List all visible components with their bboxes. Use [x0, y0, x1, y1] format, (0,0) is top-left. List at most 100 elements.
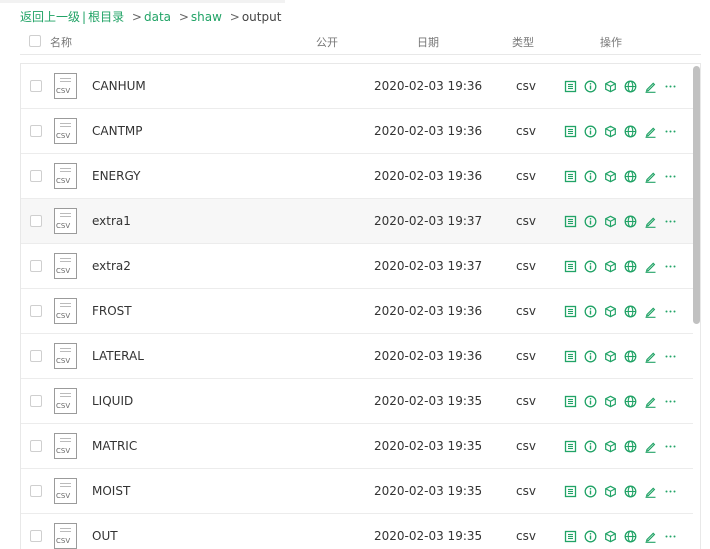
more-icon[interactable]: [664, 305, 678, 319]
file-name[interactable]: CANHUM: [92, 79, 146, 93]
info-icon[interactable]: [584, 530, 598, 544]
table-row[interactable]: CSV MATRIC 2020-02-03 19:35 csv: [21, 424, 693, 469]
view-icon[interactable]: [564, 485, 578, 499]
file-name[interactable]: CANTMP: [92, 124, 142, 138]
globe-icon[interactable]: [624, 485, 638, 499]
edit-icon[interactable]: [644, 80, 658, 94]
globe-icon[interactable]: [624, 305, 638, 319]
row-checkbox[interactable]: [30, 170, 42, 182]
view-icon[interactable]: [564, 395, 578, 409]
row-checkbox[interactable]: [30, 260, 42, 272]
info-icon[interactable]: [584, 440, 598, 454]
breadcrumb-item-data[interactable]: data: [144, 10, 171, 24]
cube-icon[interactable]: [604, 395, 618, 409]
view-icon[interactable]: [564, 125, 578, 139]
globe-icon[interactable]: [624, 530, 638, 544]
back-link[interactable]: 返回上一级: [20, 10, 80, 24]
more-icon[interactable]: [664, 80, 678, 94]
info-icon[interactable]: [584, 215, 598, 229]
file-name[interactable]: OUT: [92, 529, 118, 543]
more-icon[interactable]: [664, 485, 678, 499]
row-checkbox[interactable]: [30, 80, 42, 92]
edit-icon[interactable]: [644, 305, 658, 319]
header-date[interactable]: 日期: [417, 34, 439, 50]
edit-icon[interactable]: [644, 485, 658, 499]
more-icon[interactable]: [664, 215, 678, 229]
cube-icon[interactable]: [604, 80, 618, 94]
file-name[interactable]: MATRIC: [92, 439, 137, 453]
cube-icon[interactable]: [604, 440, 618, 454]
scrollbar-thumb[interactable]: [693, 66, 700, 324]
cube-icon[interactable]: [604, 260, 618, 274]
edit-icon[interactable]: [644, 350, 658, 364]
table-row[interactable]: CSV LIQUID 2020-02-03 19:35 csv: [21, 379, 693, 424]
globe-icon[interactable]: [624, 80, 638, 94]
info-icon[interactable]: [584, 80, 598, 94]
edit-icon[interactable]: [644, 125, 658, 139]
row-checkbox[interactable]: [30, 350, 42, 362]
globe-icon[interactable]: [624, 260, 638, 274]
select-all-checkbox[interactable]: [29, 35, 41, 47]
cube-icon[interactable]: [604, 350, 618, 364]
table-row[interactable]: CSV OUT 2020-02-03 19:35 csv: [21, 514, 693, 549]
more-icon[interactable]: [664, 260, 678, 274]
cube-icon[interactable]: [604, 305, 618, 319]
edit-icon[interactable]: [644, 395, 658, 409]
globe-icon[interactable]: [624, 125, 638, 139]
more-icon[interactable]: [664, 530, 678, 544]
cube-icon[interactable]: [604, 530, 618, 544]
cube-icon[interactable]: [604, 170, 618, 184]
view-icon[interactable]: [564, 260, 578, 274]
info-icon[interactable]: [584, 395, 598, 409]
file-name[interactable]: FROST: [92, 304, 132, 318]
file-name[interactable]: extra1: [92, 214, 131, 228]
header-name[interactable]: 名称: [50, 34, 72, 50]
row-checkbox[interactable]: [30, 440, 42, 452]
edit-icon[interactable]: [644, 215, 658, 229]
more-icon[interactable]: [664, 125, 678, 139]
edit-icon[interactable]: [644, 440, 658, 454]
row-checkbox[interactable]: [30, 215, 42, 227]
table-row[interactable]: CSV MOIST 2020-02-03 19:35 csv: [21, 469, 693, 514]
file-name[interactable]: extra2: [92, 259, 131, 273]
globe-icon[interactable]: [624, 215, 638, 229]
table-row[interactable]: CSV LATERAL 2020-02-03 19:36 csv: [21, 334, 693, 379]
info-icon[interactable]: [584, 485, 598, 499]
info-icon[interactable]: [584, 350, 598, 364]
file-name[interactable]: ENERGY: [92, 169, 141, 183]
more-icon[interactable]: [664, 170, 678, 184]
globe-icon[interactable]: [624, 170, 638, 184]
table-row[interactable]: CSV ENERGY 2020-02-03 19:36 csv: [21, 154, 693, 199]
info-icon[interactable]: [584, 305, 598, 319]
edit-icon[interactable]: [644, 260, 658, 274]
more-icon[interactable]: [664, 440, 678, 454]
view-icon[interactable]: [564, 215, 578, 229]
table-row[interactable]: CSV CANTMP 2020-02-03 19:36 csv: [21, 109, 693, 154]
globe-icon[interactable]: [624, 395, 638, 409]
more-icon[interactable]: [664, 395, 678, 409]
edit-icon[interactable]: [644, 530, 658, 544]
file-name[interactable]: LATERAL: [92, 349, 144, 363]
file-name[interactable]: MOIST: [92, 484, 130, 498]
info-icon[interactable]: [584, 170, 598, 184]
view-icon[interactable]: [564, 350, 578, 364]
view-icon[interactable]: [564, 440, 578, 454]
row-checkbox[interactable]: [30, 305, 42, 317]
globe-icon[interactable]: [624, 440, 638, 454]
row-checkbox[interactable]: [30, 395, 42, 407]
view-icon[interactable]: [564, 530, 578, 544]
row-checkbox[interactable]: [30, 125, 42, 137]
table-row[interactable]: CSV extra2 2020-02-03 19:37 csv: [21, 244, 693, 289]
file-name[interactable]: LIQUID: [92, 394, 133, 408]
more-icon[interactable]: [664, 350, 678, 364]
file-list[interactable]: CSV CANHUM 2020-02-03 19:36 csv CSV CANTMP 202…: [20, 63, 701, 549]
table-row[interactable]: CSV extra1 2020-02-03 19:37 csv: [21, 199, 693, 244]
breadcrumb-item-shaw[interactable]: shaw: [191, 10, 222, 24]
globe-icon[interactable]: [624, 350, 638, 364]
cube-icon[interactable]: [604, 125, 618, 139]
edit-icon[interactable]: [644, 170, 658, 184]
root-link[interactable]: 根目录: [88, 10, 124, 24]
view-icon[interactable]: [564, 305, 578, 319]
row-checkbox[interactable]: [30, 485, 42, 497]
view-icon[interactable]: [564, 170, 578, 184]
